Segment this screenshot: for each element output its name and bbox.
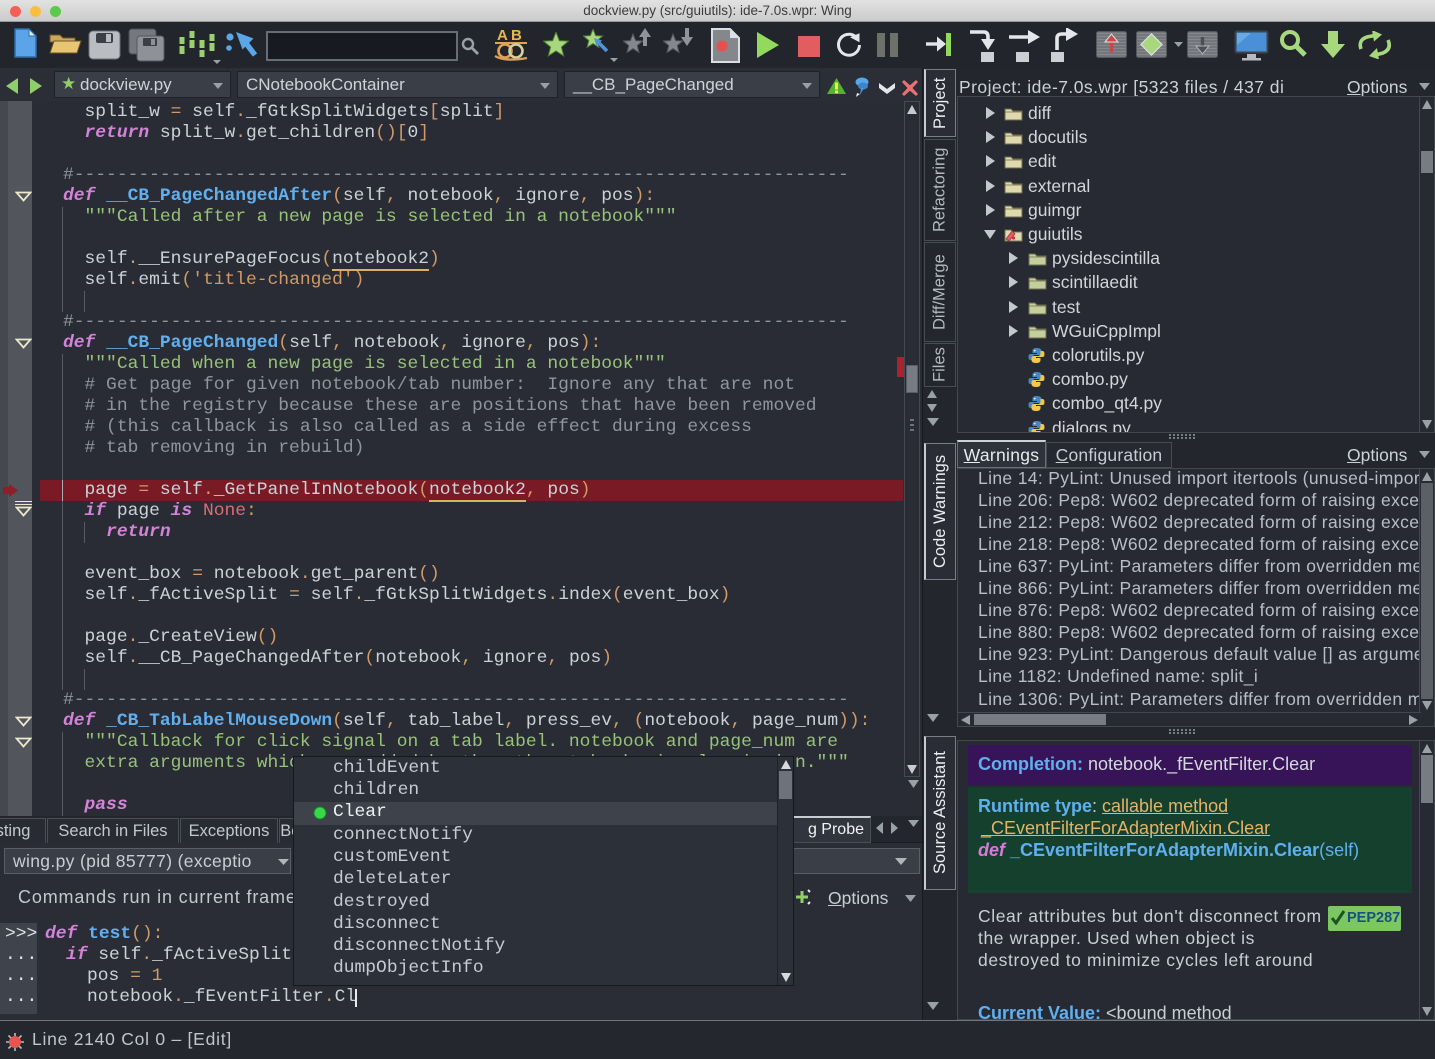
svg-text:B: B bbox=[511, 27, 522, 44]
svg-text:A: A bbox=[497, 27, 508, 44]
